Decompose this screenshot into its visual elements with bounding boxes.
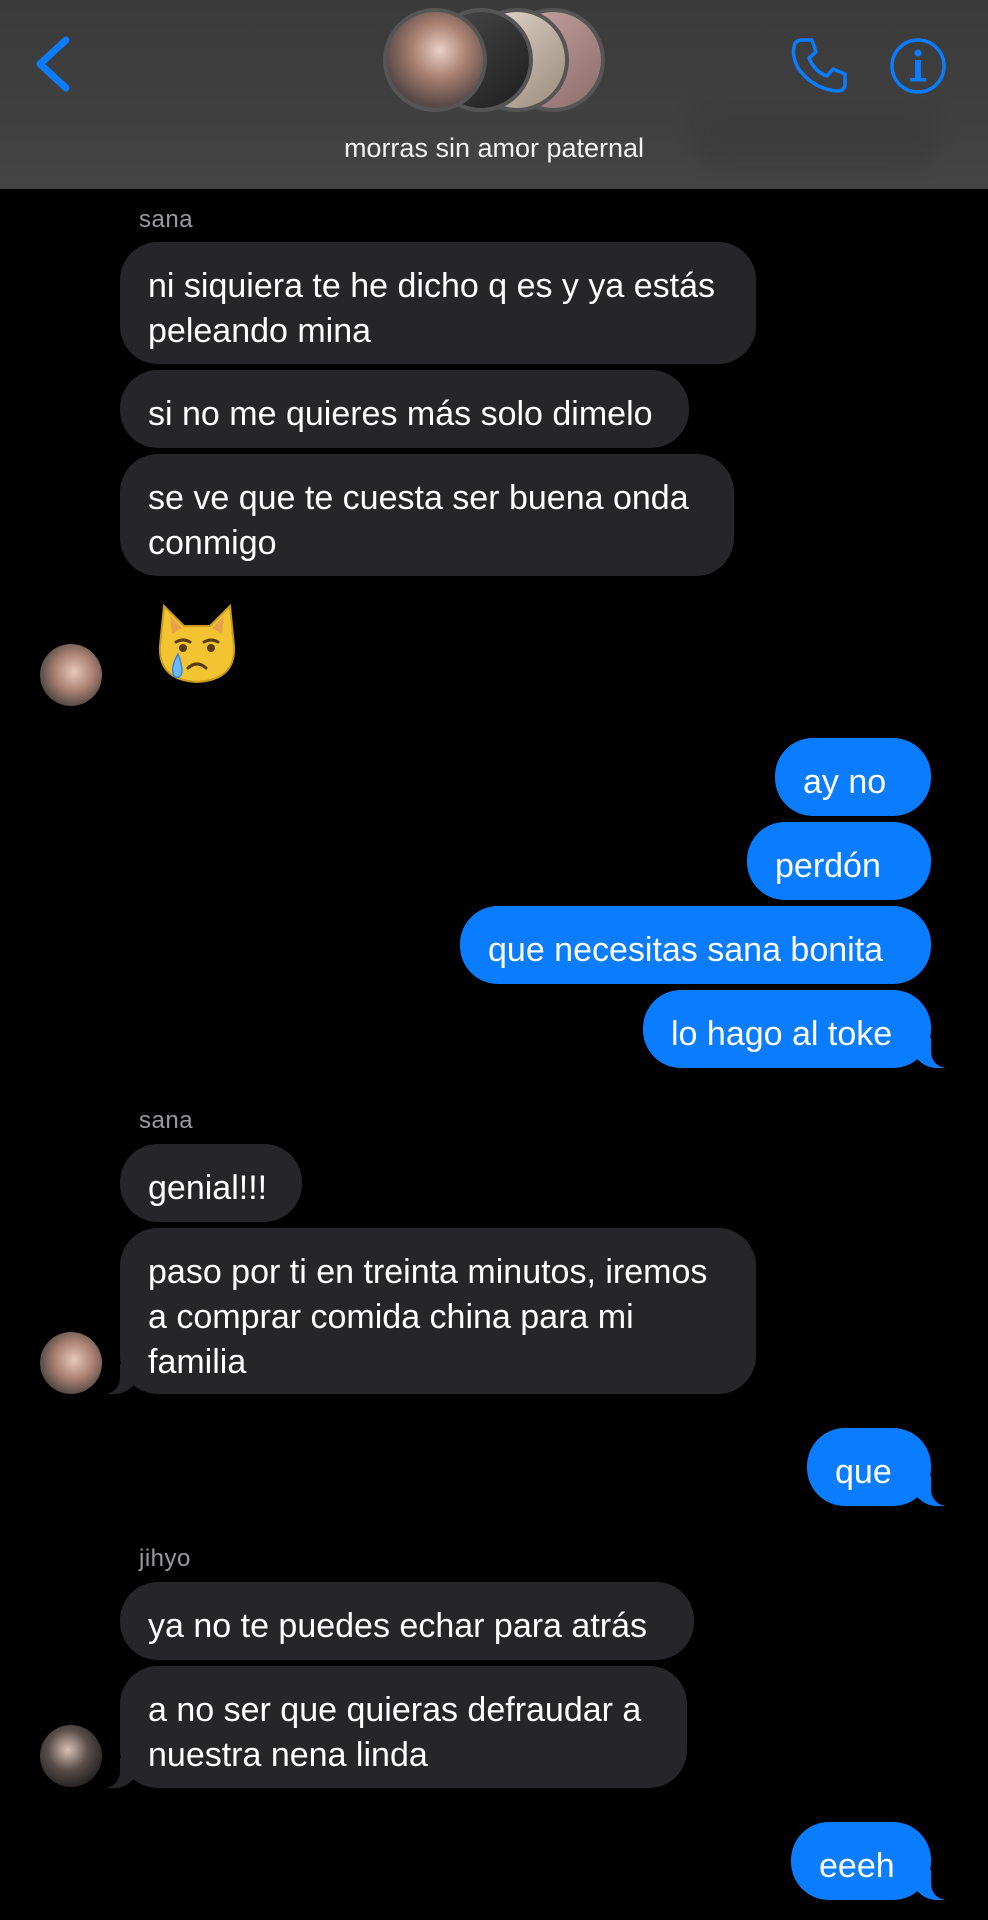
outgoing-message[interactable]: eeeh xyxy=(791,1822,955,1900)
incoming-message[interactable]: paso por ti en treinta minutos, iremos a… xyxy=(96,1228,756,1394)
sender-name: jihyo xyxy=(139,1545,191,1572)
phone-icon xyxy=(791,38,847,93)
message-text: lo hago al toke xyxy=(671,1015,893,1053)
info-button[interactable] xyxy=(888,36,948,96)
message-text: que xyxy=(835,1453,892,1491)
incoming-message[interactable]: a no ser que quieras defraudar a nuestra… xyxy=(96,1666,687,1788)
message-text: que necesitas sana bonita xyxy=(488,931,884,969)
outgoing-message[interactable]: ay no xyxy=(775,738,931,816)
outgoing-message[interactable]: lo hago al toke xyxy=(643,990,955,1068)
avatar[interactable] xyxy=(40,1332,102,1394)
incoming-message[interactable]: ya no te puedes echar para atrás xyxy=(120,1582,694,1660)
incoming-message[interactable]: se ve que te cuesta ser buena onda conmi… xyxy=(120,454,734,576)
chat-header: morras sin amor paternal xyxy=(0,0,988,189)
group-avatar-stack[interactable] xyxy=(383,8,605,112)
crying-cat-icon[interactable] xyxy=(150,596,244,690)
message-text: a no ser que quieras defraudar a nuestra… xyxy=(148,1691,642,1774)
outgoing-message[interactable]: que xyxy=(807,1428,955,1506)
message-text: genial!!! xyxy=(148,1169,268,1207)
message-text: ni siquiera te he dicho q es y ya estás … xyxy=(148,267,715,350)
chevron-left-icon xyxy=(36,36,70,92)
sender-name: sana xyxy=(139,206,194,233)
back-button[interactable] xyxy=(30,32,80,96)
avatar[interactable] xyxy=(40,644,102,706)
outgoing-message[interactable]: que necesitas sana bonita xyxy=(460,906,931,984)
call-button[interactable] xyxy=(788,34,850,96)
message-text: perdón xyxy=(775,847,881,885)
message-text: se ve que te cuesta ser buena onda conmi… xyxy=(148,479,689,562)
info-icon xyxy=(890,38,946,94)
blurred-region xyxy=(690,95,940,165)
message-text: ya no te puedes echar para atrás xyxy=(148,1607,647,1645)
group-member-avatar xyxy=(383,8,487,112)
message-text: eeeh xyxy=(819,1847,895,1885)
outgoing-message[interactable]: perdón xyxy=(747,822,931,900)
message-text: si no me quieres más solo dimelo xyxy=(148,395,653,433)
avatar[interactable] xyxy=(40,1725,102,1787)
message-text: ay no xyxy=(803,763,887,801)
incoming-message[interactable]: genial!!! xyxy=(120,1144,302,1222)
message-text: paso por ti en treinta minutos, iremos a… xyxy=(148,1253,708,1381)
incoming-message[interactable]: ni siquiera te he dicho q es y ya estás … xyxy=(120,242,756,364)
incoming-message[interactable]: si no me quieres más solo dimelo xyxy=(120,370,689,448)
sender-name: sana xyxy=(139,1107,194,1134)
